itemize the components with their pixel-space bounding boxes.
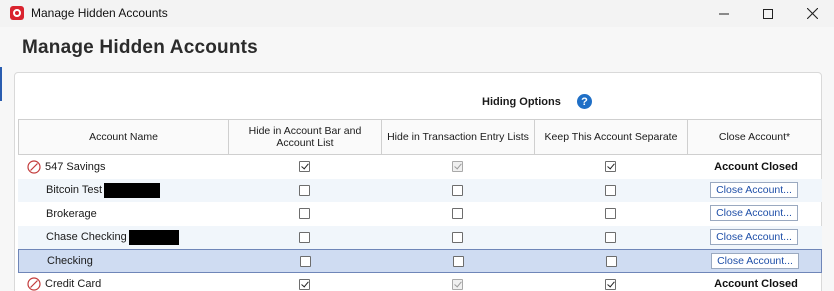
hide-transaction-lists-checkbox: [451, 161, 463, 172]
app-logo-icon: [10, 6, 24, 20]
account-name-label: Checking: [47, 254, 93, 267]
minimize-button[interactable]: [702, 0, 746, 27]
account-name-label: Credit Card: [45, 278, 102, 291]
account-name-cell: Bitcoin Test: [18, 179, 228, 203]
column-header-hide-account-bar[interactable]: Hide in Account Bar and Account List: [228, 119, 381, 155]
account-closed-status: Account Closed: [714, 160, 798, 173]
maximize-button[interactable]: [746, 0, 790, 27]
hide-transaction-lists-checkbox[interactable]: [452, 256, 464, 267]
account-name-label: Bitcoin Test: [46, 184, 103, 197]
account-name-label: Chase Checking: [46, 231, 127, 244]
hide-account-bar-checkbox[interactable]: [298, 278, 310, 290]
column-header-account-name[interactable]: Account Name: [18, 119, 228, 155]
table-row[interactable]: Chase Checking Close Account...: [18, 225, 822, 250]
window-title: Manage Hidden Accounts: [31, 6, 168, 20]
table-row[interactable]: Bitcoin Test Close Account...: [18, 178, 822, 203]
hide-transaction-lists-checkbox: [451, 278, 463, 290]
keep-separate-checkbox[interactable]: [604, 208, 616, 219]
hide-account-bar-checkbox[interactable]: [298, 231, 310, 243]
table-row[interactable]: Brokerage Close Account...: [18, 202, 822, 226]
hide-account-bar-checkbox[interactable]: [299, 256, 311, 267]
redaction-block: [128, 229, 179, 245]
close-account-button[interactable]: Close Account...: [710, 228, 798, 245]
account-closed-status: Account Closed: [714, 278, 798, 291]
table-row[interactable]: Checking Close Account...: [18, 249, 822, 273]
hide-transaction-lists-checkbox[interactable]: [451, 184, 463, 196]
account-name-cell: Checking: [19, 250, 229, 272]
column-header-hide-transaction-lists[interactable]: Hide in Transaction Entry Lists: [381, 119, 534, 155]
keep-separate-checkbox[interactable]: [604, 278, 616, 290]
table-row[interactable]: Credit Card Account Closed: [18, 273, 822, 291]
table-row[interactable]: 547 Savings Account Closed: [18, 155, 822, 179]
close-account-button[interactable]: Close Account...: [710, 205, 798, 221]
hide-account-bar-checkbox[interactable]: [298, 208, 310, 219]
account-closed-icon: [27, 160, 41, 174]
account-name-cell: 547 Savings: [18, 155, 228, 179]
close-account-button[interactable]: Close Account...: [710, 181, 798, 198]
hide-transaction-lists-checkbox[interactable]: [451, 231, 463, 243]
maximize-icon: [763, 8, 773, 19]
help-icon[interactable]: ?: [577, 94, 592, 109]
accounts-panel: Hiding Options ? Account Name Hide in Ac…: [14, 72, 822, 291]
close-account-button[interactable]: Close Account...: [711, 253, 799, 269]
keep-separate-checkbox[interactable]: [604, 231, 616, 243]
account-name-cell: Brokerage: [18, 202, 228, 226]
column-header-close-account[interactable]: Close Account*: [687, 119, 822, 155]
page-title: Manage Hidden Accounts: [22, 37, 258, 58]
keep-separate-checkbox[interactable]: [605, 256, 617, 267]
account-name-label: Brokerage: [46, 207, 97, 220]
redaction-block: [104, 182, 161, 198]
hide-account-bar-checkbox[interactable]: [298, 184, 310, 196]
minimize-icon: [719, 13, 729, 14]
account-name-cell: Credit Card: [18, 273, 228, 291]
close-icon: [806, 8, 818, 19]
account-name-cell: Chase Checking: [18, 226, 228, 250]
dialog-content: Manage Hidden Accounts Hiding Options ? …: [0, 27, 834, 291]
title-bar: Manage Hidden Accounts: [0, 0, 834, 27]
left-accent-bar: [0, 67, 2, 101]
close-window-button[interactable]: [790, 0, 834, 27]
account-closed-icon: [27, 277, 41, 291]
keep-separate-checkbox[interactable]: [604, 184, 616, 196]
hiding-options-label: Hiding Options: [482, 96, 561, 108]
column-header-keep-separate[interactable]: Keep This Account Separate: [534, 119, 687, 155]
keep-separate-checkbox[interactable]: [604, 161, 616, 172]
hide-transaction-lists-checkbox[interactable]: [451, 208, 463, 219]
hide-account-bar-checkbox[interactable]: [298, 161, 310, 172]
account-name-label: 547 Savings: [45, 160, 106, 173]
